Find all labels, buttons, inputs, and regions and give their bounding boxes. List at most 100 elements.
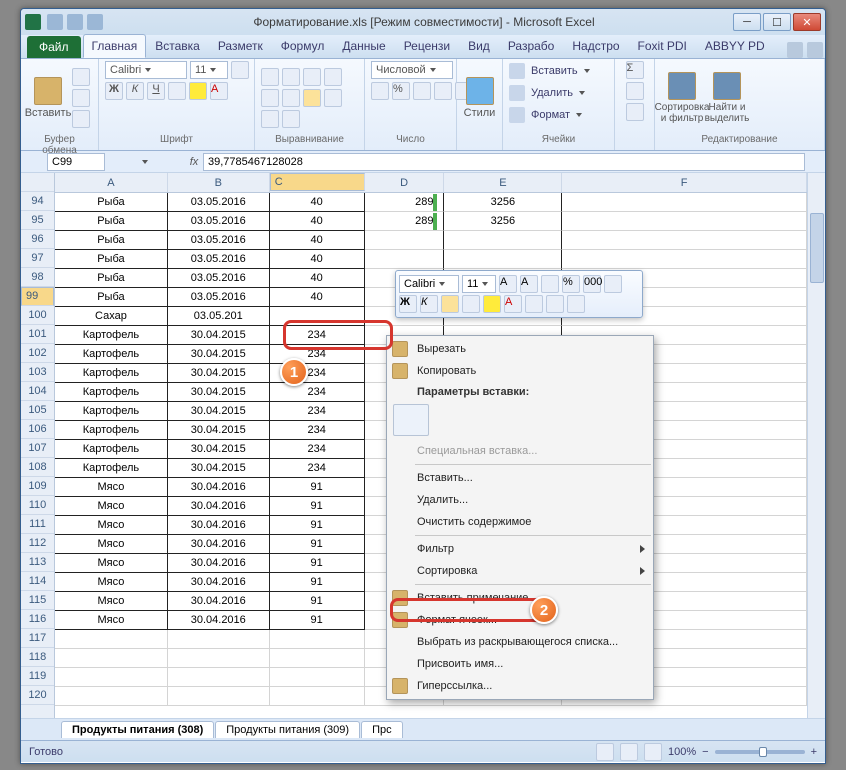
cell[interactable]: 03.05.2016: [168, 288, 270, 307]
mini-currency-icon[interactable]: [541, 275, 559, 293]
row-header[interactable]: 97: [21, 249, 54, 268]
row-header[interactable]: 106: [21, 420, 54, 439]
cell[interactable]: Картофель: [55, 383, 168, 402]
percent-icon[interactable]: %: [392, 82, 410, 100]
cell[interactable]: 30.04.2015: [168, 383, 270, 402]
formulas-tab[interactable]: Формул: [272, 34, 334, 58]
cell[interactable]: 03.05.2016: [168, 269, 270, 288]
cell[interactable]: 40: [270, 193, 365, 212]
cell[interactable]: 40: [270, 269, 365, 288]
ctx-name[interactable]: Присвоить имя...: [387, 653, 653, 675]
cell[interactable]: 91: [270, 554, 365, 573]
cell[interactable]: [365, 231, 445, 250]
align-bot-icon[interactable]: [303, 68, 321, 86]
cell[interactable]: 30.04.2016: [168, 611, 270, 630]
dev-tab[interactable]: Разрабо: [499, 34, 564, 58]
col-E[interactable]: E: [444, 173, 562, 192]
cell[interactable]: [562, 193, 807, 212]
view-normal-icon[interactable]: [596, 743, 614, 761]
mini-merge-icon[interactable]: [567, 295, 585, 313]
font-color-icon[interactable]: A: [210, 82, 228, 100]
cell[interactable]: [55, 687, 168, 706]
help-icon[interactable]: [807, 42, 823, 58]
cell[interactable]: [270, 630, 365, 649]
formula-bar[interactable]: 39,7785467128028: [203, 153, 805, 171]
row-header[interactable]: 120: [21, 686, 54, 705]
cell[interactable]: 234: [270, 383, 365, 402]
cell[interactable]: 91: [270, 516, 365, 535]
cell[interactable]: 30.04.2016: [168, 497, 270, 516]
cells-delete-button[interactable]: Удалить: [509, 83, 608, 103]
cell[interactable]: 03.05.2016: [168, 231, 270, 250]
file-tab[interactable]: Файл: [27, 36, 81, 58]
addins-tab[interactable]: Надстро: [563, 34, 628, 58]
foxit-tab[interactable]: Foxit PDI: [629, 34, 696, 58]
cell[interactable]: [168, 668, 270, 687]
row-header[interactable]: 102: [21, 344, 54, 363]
ctx-comment[interactable]: Вставить примечание: [387, 587, 653, 609]
minimize-button[interactable]: ─: [733, 13, 761, 31]
col-headers[interactable]: A B C D E F: [55, 173, 807, 193]
cell[interactable]: 234: [270, 440, 365, 459]
mini-incdec-icon[interactable]: [525, 295, 543, 313]
mini-percent-icon[interactable]: %: [562, 275, 580, 293]
review-tab[interactable]: Рецензи: [395, 34, 459, 58]
col-D[interactable]: D: [365, 173, 445, 192]
cell[interactable]: [562, 231, 807, 250]
insert-tab[interactable]: Вставка: [146, 34, 209, 58]
cell[interactable]: Рыба: [55, 250, 168, 269]
redo-icon[interactable]: [87, 14, 103, 30]
mini-border-icon[interactable]: [462, 295, 480, 313]
orientation-icon[interactable]: [324, 68, 342, 86]
row-header[interactable]: 95: [21, 211, 54, 230]
cell[interactable]: 30.04.2016: [168, 554, 270, 573]
minimize-ribbon-icon[interactable]: [787, 42, 803, 58]
row-header[interactable]: 99: [21, 287, 54, 306]
cell[interactable]: Картофель: [55, 364, 168, 383]
cell[interactable]: [444, 231, 562, 250]
cell[interactable]: 30.04.2015: [168, 326, 270, 345]
cell[interactable]: Рыба: [55, 231, 168, 250]
sheet-tab-1[interactable]: Продукты питания (308): [61, 721, 214, 738]
row-header[interactable]: 114: [21, 572, 54, 591]
ctx-pick[interactable]: Выбрать из раскрывающегося списка...: [387, 631, 653, 653]
cell[interactable]: 40: [270, 212, 365, 231]
cell[interactable]: 03.05.2016: [168, 250, 270, 269]
inc-dec-icon[interactable]: [434, 82, 452, 100]
currency-icon[interactable]: [371, 82, 389, 100]
mini-decdec-icon[interactable]: [546, 295, 564, 313]
data-tab[interactable]: Данные: [333, 34, 394, 58]
name-box[interactable]: C99: [47, 153, 105, 171]
cell[interactable]: 30.04.2015: [168, 402, 270, 421]
merge-icon[interactable]: [282, 110, 300, 128]
vertical-scrollbar[interactable]: [807, 173, 825, 718]
cell[interactable]: 30.04.2016: [168, 573, 270, 592]
align-left-icon[interactable]: [282, 89, 300, 107]
close-button[interactable]: ✕: [793, 13, 821, 31]
cell[interactable]: Мясо: [55, 535, 168, 554]
col-C[interactable]: C: [270, 173, 365, 191]
align-top-icon[interactable]: [261, 68, 279, 86]
cell[interactable]: 234: [270, 326, 365, 345]
cell[interactable]: 91: [270, 573, 365, 592]
cell[interactable]: Картофель: [55, 345, 168, 364]
italic-icon[interactable]: К: [126, 82, 144, 100]
cell[interactable]: 289: [365, 212, 445, 231]
sheet-tab-3[interactable]: Прс: [361, 721, 403, 738]
row-header[interactable]: 110: [21, 496, 54, 515]
cell[interactable]: 30.04.2015: [168, 421, 270, 440]
row-header[interactable]: 108: [21, 458, 54, 477]
ctx-sort[interactable]: Сортировка: [387, 560, 653, 582]
fx-icon[interactable]: fx: [185, 156, 203, 168]
ctx-format-cells[interactable]: Формат ячеек...: [387, 609, 653, 631]
cell[interactable]: [365, 250, 445, 269]
cell[interactable]: 30.04.2015: [168, 364, 270, 383]
cell[interactable]: [444, 250, 562, 269]
cell[interactable]: [55, 649, 168, 668]
cell[interactable]: 30.04.2015: [168, 459, 270, 478]
cell[interactable]: 3256: [444, 193, 562, 212]
col-A[interactable]: A: [55, 173, 168, 192]
cell[interactable]: [168, 649, 270, 668]
increase-font-icon[interactable]: [231, 61, 249, 79]
cell[interactable]: [168, 630, 270, 649]
